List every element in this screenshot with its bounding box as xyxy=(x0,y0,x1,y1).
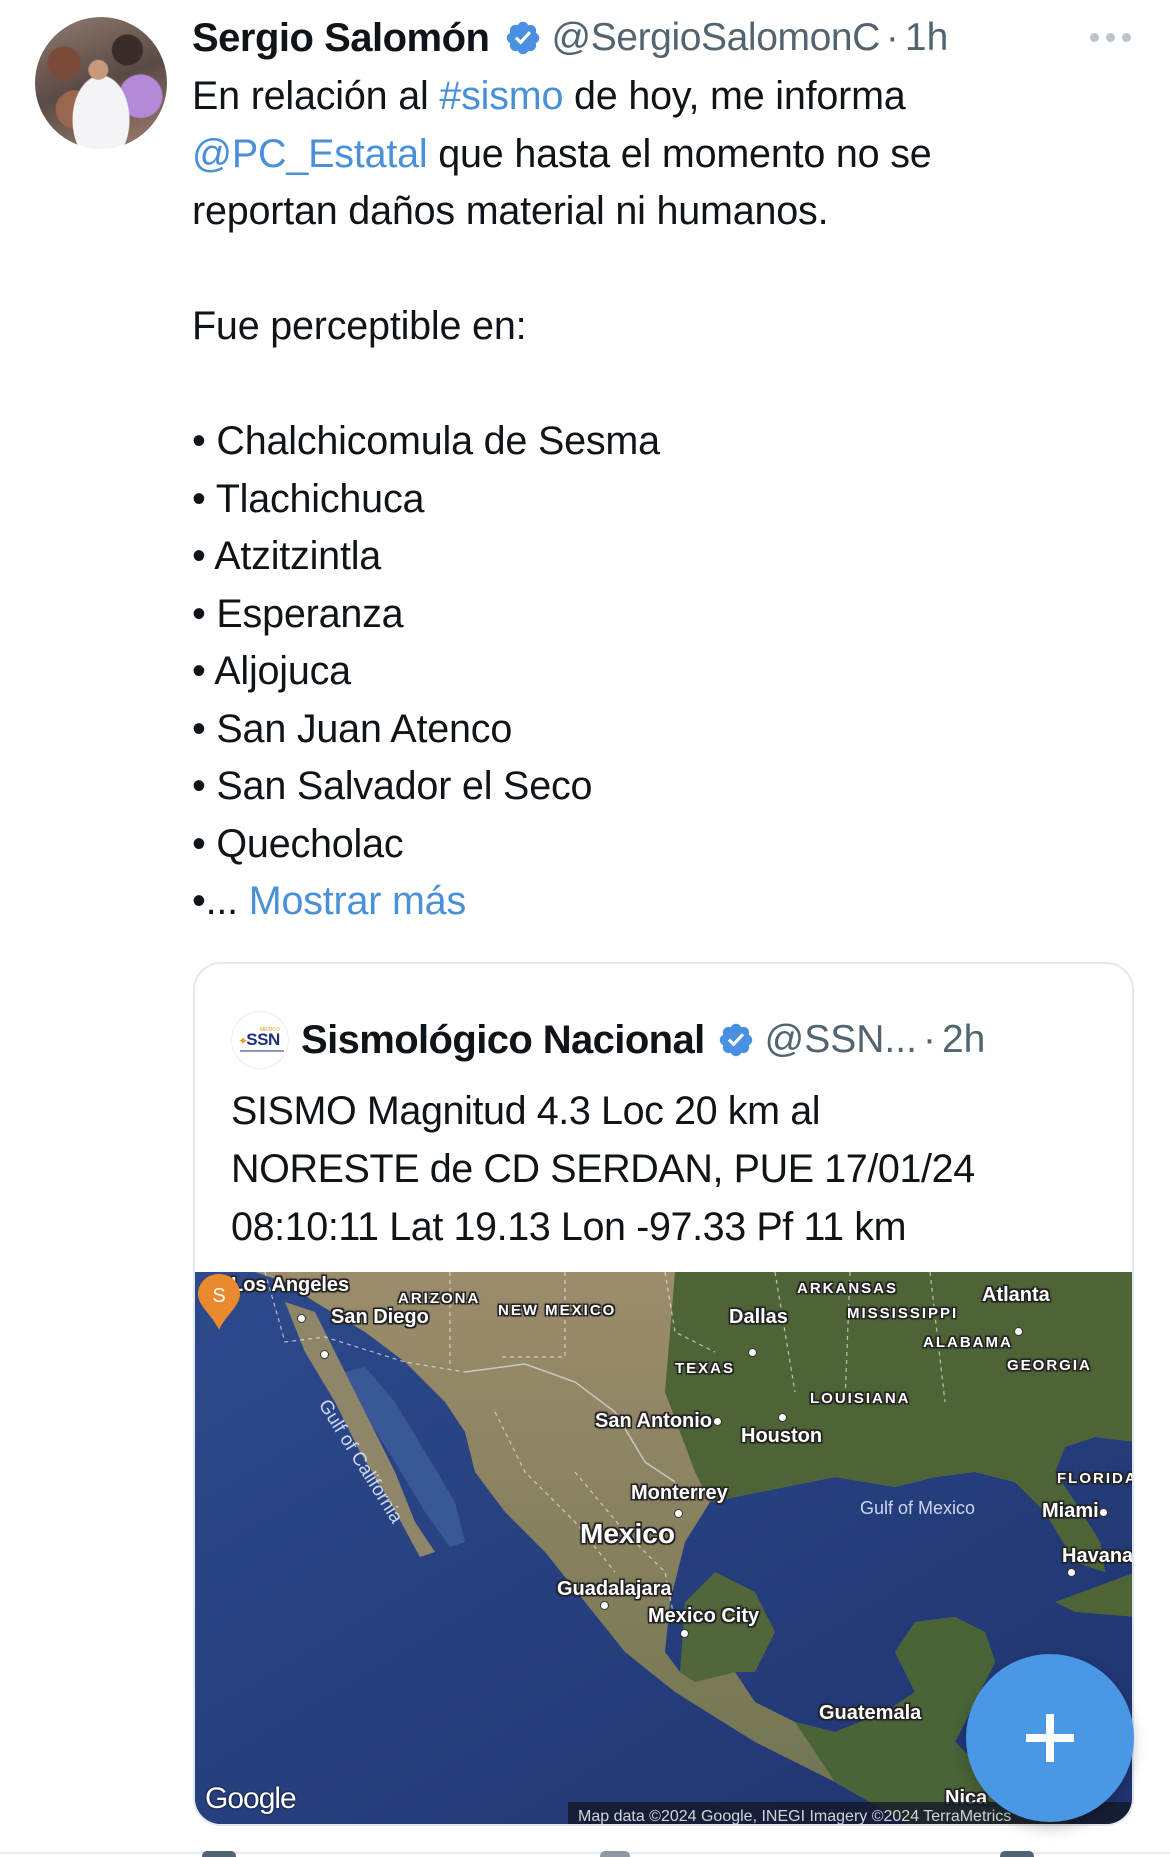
tweet-header: Sergio Salomón @SergioSalomonC · 1h xyxy=(192,10,948,66)
map-label: Havana xyxy=(1062,1545,1134,1567)
map-label: San Antonio xyxy=(595,1410,713,1432)
place-item: • San Salvador el Seco xyxy=(192,764,593,808)
tweet-body: En relación al #sismo de hoy, me informa… xyxy=(192,68,1092,931)
bookmark-icon[interactable] xyxy=(1000,1851,1034,1857)
quoted-author-name: Sismológico Nacional xyxy=(301,1017,705,1062)
separator: · xyxy=(885,16,899,59)
verified-badge-icon xyxy=(506,21,539,55)
quoted-timestamp: 2h xyxy=(941,1018,986,1061)
map-label: San Diego xyxy=(331,1306,429,1328)
more-options-icon[interactable] xyxy=(1090,22,1140,52)
tweet-action-bar xyxy=(0,1851,1170,1857)
map-label: Mexico xyxy=(580,1518,675,1549)
body-line: En relación al #sismo de hoy, me informa xyxy=(192,74,906,118)
show-more-link[interactable]: Mostrar más xyxy=(249,879,466,923)
map-label: ARKANSAS xyxy=(797,1280,899,1297)
map-label: ARIZONA xyxy=(398,1290,481,1307)
author-handle[interactable]: @SergioSalomonC xyxy=(552,16,881,60)
map-label: Los Angeles xyxy=(231,1274,350,1296)
quoted-text-line: NORESTE de CD SERDAN, PUE 17/01/24 xyxy=(231,1147,975,1191)
author-avatar[interactable] xyxy=(35,17,167,149)
map-label: Guatemala xyxy=(819,1702,922,1724)
earthquake-location-pin-icon[interactable]: S xyxy=(195,1272,243,1332)
reply-icon[interactable] xyxy=(202,1851,236,1857)
place-item: • Esperanza xyxy=(192,591,404,636)
map-label: Monterrey xyxy=(631,1482,728,1504)
quoted-tweet-header: ✦ MÉXICO SSN Sismológico Nacional @SSN..… xyxy=(231,1008,985,1072)
place-item: • Aljojuca xyxy=(192,649,351,693)
map-label: Houston xyxy=(741,1425,823,1447)
map-label: Miami xyxy=(1042,1500,1099,1522)
svg-text:S: S xyxy=(212,1285,225,1307)
verified-badge-icon xyxy=(719,1023,752,1057)
compose-tweet-button[interactable] xyxy=(966,1654,1134,1822)
place-item: • Quecholac xyxy=(192,821,404,866)
map-label: ALABAMA xyxy=(923,1334,1013,1351)
quoted-text-line: SISMO Magnitud 4.3 Loc 20 km al xyxy=(231,1089,821,1133)
place-item: • Chalchicomula de Sesma xyxy=(192,419,660,463)
map-label: Mexico City xyxy=(648,1605,760,1627)
map-label: Guadalajara xyxy=(557,1578,672,1600)
map-label: TEXAS xyxy=(675,1360,736,1377)
mention-link[interactable]: @PC_Estatal xyxy=(192,132,428,176)
quoted-tweet-text: SISMO Magnitud 4.3 Loc 20 km al NORESTE … xyxy=(231,1082,1111,1256)
map-label: GEORGIA xyxy=(1007,1357,1092,1374)
quoted-text-line: 08:10:11 Lat 19.13 Lon -97.33 Pf 11 km xyxy=(231,1205,907,1249)
map-label: LOUISIANA xyxy=(810,1390,911,1407)
truncated-line: •... Mostrar más xyxy=(192,879,467,923)
place-item: • Tlachichuca xyxy=(192,476,425,521)
star-icon: ✦ xyxy=(238,1034,249,1048)
retweet-icon[interactable] xyxy=(600,1851,630,1857)
author-name[interactable]: Sergio Salomón xyxy=(192,16,490,61)
map-label: MISSISSIPPI xyxy=(847,1305,959,1322)
map-label: NEW MEXICO xyxy=(498,1302,617,1319)
place-item: • Atzitzintla xyxy=(192,534,382,578)
tweet-timestamp[interactable]: 1h xyxy=(905,16,948,60)
quoted-author-handle: @SSN... xyxy=(764,1018,917,1061)
ssn-logo-avatar[interactable]: ✦ MÉXICO SSN xyxy=(231,1011,289,1069)
place-item: • San Juan Atenco xyxy=(192,706,513,751)
body-line: @PC_Estatal que hasta el momento no se xyxy=(192,131,932,176)
body-line: reportan daños material ni humanos. xyxy=(192,189,829,233)
map-label: FLORIDA xyxy=(1057,1470,1134,1487)
body-intro: Fue perceptible en: xyxy=(192,304,527,348)
google-logo: Google xyxy=(205,1782,297,1815)
hashtag-link[interactable]: #sismo xyxy=(439,74,563,118)
separator: · xyxy=(922,1018,936,1061)
map-label: Dallas xyxy=(729,1306,788,1328)
map-label: Gulf of Mexico xyxy=(860,1498,976,1518)
map-label: Atlanta xyxy=(982,1284,1050,1306)
